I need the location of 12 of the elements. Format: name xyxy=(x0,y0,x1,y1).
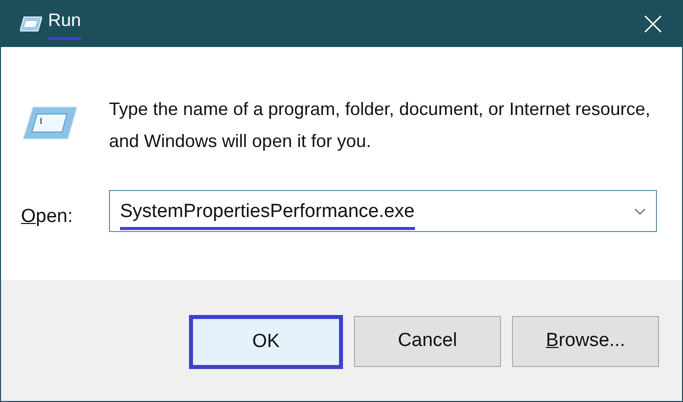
open-label: Open: xyxy=(21,205,73,229)
dialog-button[interactable]: Browse... xyxy=(512,316,659,367)
dropdown-caret-icon xyxy=(634,208,646,214)
dialog-button[interactable]: OK xyxy=(189,315,343,369)
close-button[interactable] xyxy=(644,14,662,32)
open-combobox[interactable]: SystemPropertiesPerformance.exe xyxy=(109,190,657,232)
dialog-button[interactable]: Cancel xyxy=(354,316,501,367)
open-value: SystemPropertiesPerformance.exe xyxy=(120,198,415,230)
window-title: Run xyxy=(48,7,82,40)
run-app-icon xyxy=(23,105,77,141)
run-app-icon xyxy=(20,16,42,32)
instruction-text: Type the name of a program, folder, document, or Internet resource, and Windows will open it for you. xyxy=(109,98,652,153)
